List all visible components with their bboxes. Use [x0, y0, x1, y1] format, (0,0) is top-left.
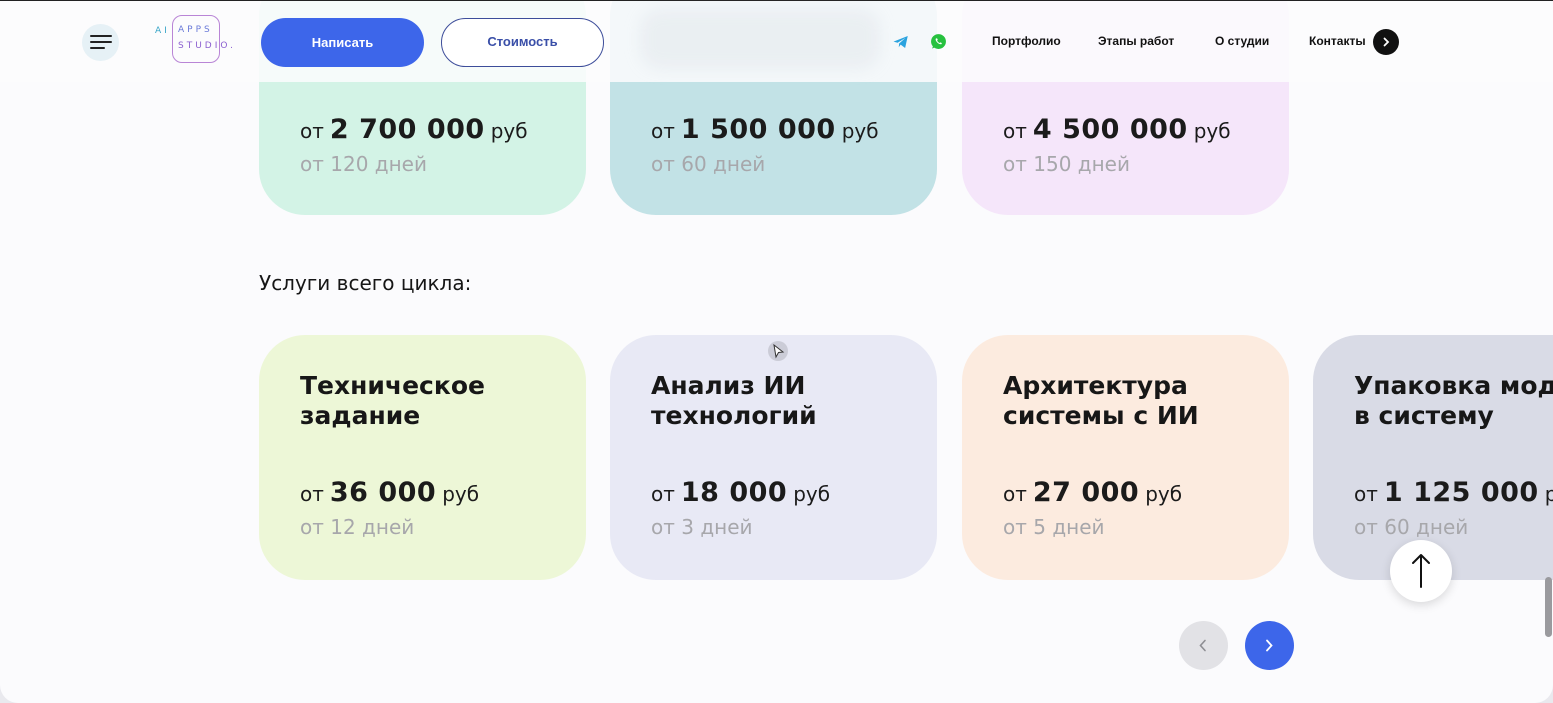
card-title: Техническое задание: [300, 371, 485, 430]
section-title: Услуги всего цикла:: [259, 271, 472, 295]
card-price: от 4 500 000 руб: [1003, 114, 1231, 145]
nav-item-about[interactable]: О студии: [1215, 34, 1269, 48]
logo[interactable]: AI APPS STUDIO.: [153, 14, 243, 66]
card-price: от 1 500 000 руб: [651, 114, 879, 145]
card-price: от 18 000 руб: [651, 477, 831, 508]
card-duration: от 12 дней: [300, 515, 415, 539]
card-price: от 27 000 руб: [1003, 477, 1183, 508]
nav-item-stages[interactable]: Этапы работ: [1098, 34, 1174, 48]
page: AI APPS STUDIO. Написать Стоимость Портф…: [0, 0, 1553, 703]
carousel-next-button[interactable]: [1245, 621, 1294, 670]
card-price: от 2 700 000 руб: [300, 114, 528, 145]
write-button[interactable]: Написать: [261, 18, 424, 67]
nav-item-contacts[interactable]: Контакты: [1309, 34, 1366, 48]
logo-text-studio: STUDIO.: [178, 41, 236, 51]
logo-frame: [172, 15, 220, 63]
card-duration: от 60 дней: [1354, 515, 1469, 539]
carousel-prev-button[interactable]: [1179, 621, 1228, 670]
card-duration: от 3 дней: [651, 515, 753, 539]
chevron-right-icon: [1266, 639, 1273, 652]
card-title: Архитектура системы с ИИ: [1003, 371, 1199, 430]
scroll-to-top-button[interactable]: [1390, 540, 1452, 602]
telegram-icon[interactable]: [892, 33, 910, 51]
card-duration: от 120 дней: [300, 152, 427, 176]
blurred-background-card: [640, 9, 880, 69]
arrow-up-icon: [1412, 554, 1430, 588]
contacts-arrow-icon[interactable]: [1373, 29, 1399, 55]
card-price: от1 125 000руб: [1354, 477, 1553, 508]
logo-text-ai: AI: [155, 26, 170, 36]
card-duration: от 60 дней: [651, 152, 766, 176]
card-price: от 36 000 руб: [300, 477, 480, 508]
mouse-cursor-icon: [768, 341, 788, 361]
site-header: AI APPS STUDIO. Написать Стоимость Портф…: [0, 0, 1553, 82]
card-duration: от 5 дней: [1003, 515, 1105, 539]
cost-button[interactable]: Стоимость: [441, 18, 604, 67]
chevron-left-icon: [1199, 639, 1206, 652]
service-card[interactable]: Анализ ИИ технологий от 18 000 руб от 3 дн…: [610, 335, 937, 580]
hamburger-menu-icon[interactable]: [82, 24, 119, 61]
whatsapp-icon[interactable]: [930, 33, 947, 50]
nav-item-portfolio[interactable]: Портфолио: [992, 34, 1061, 48]
service-card[interactable]: Архитектура системы с ИИ от 27 000 руб от …: [962, 335, 1289, 580]
service-card[interactable]: Техническое задание от 36 000 руб от 12 дн…: [259, 335, 586, 580]
card-duration: от 150 дней: [1003, 152, 1130, 176]
logo-text-apps: APPS: [178, 25, 213, 35]
card-title: Упаковка модуля в систему: [1354, 371, 1553, 430]
page-scrollbar[interactable]: [1545, 577, 1552, 637]
card-title: Анализ ИИ технологий: [651, 371, 817, 430]
